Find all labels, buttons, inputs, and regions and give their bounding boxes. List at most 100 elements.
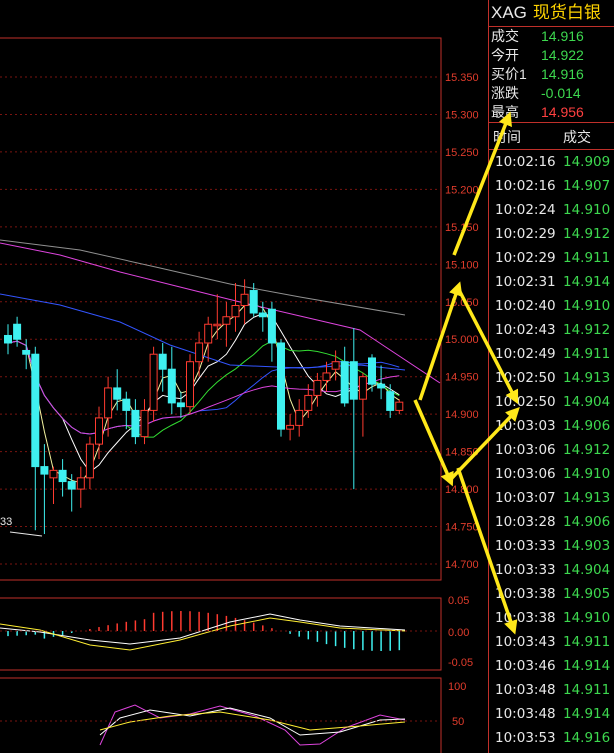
price-tick-label: 14.850	[445, 447, 479, 459]
candle	[222, 301, 231, 347]
candle	[358, 372, 367, 437]
tick-row: 10:03:06 14.910	[489, 462, 614, 486]
tick-time: 10:03:38	[495, 610, 556, 626]
candle-body	[377, 383, 386, 389]
tick-price: 14.913	[563, 490, 611, 506]
candle	[331, 350, 340, 381]
tick-time: 10:02:49	[495, 346, 556, 362]
candle-body	[85, 443, 94, 479]
label-leader-line	[9, 531, 43, 537]
price-tick-label: 14.950	[445, 372, 479, 384]
tick-time: 10:03:43	[495, 634, 556, 650]
candle	[204, 316, 213, 362]
candle	[186, 354, 194, 415]
price-tick-label: 15.000	[445, 334, 479, 346]
tick-price: 14.910	[563, 466, 611, 482]
candle	[231, 283, 240, 332]
tick-time: 10:03:33	[495, 538, 556, 554]
candle-body	[322, 372, 331, 381]
price-tick-label: 14.800	[445, 484, 479, 496]
tick-price: 14.905	[563, 586, 611, 602]
candle	[76, 466, 85, 508]
macd-panel-frame	[0, 597, 442, 671]
candle-body	[395, 401, 404, 411]
annotation-arrow	[413, 399, 454, 487]
tick-time: 10:02:16	[495, 154, 556, 170]
ticks-header: 时间 成交	[489, 123, 614, 149]
price-tick-label: 15.200	[445, 184, 479, 196]
kdj-tick-label: 50	[452, 716, 464, 728]
tick-row: 10:03:33 14.903	[489, 534, 614, 558]
candle	[49, 466, 58, 505]
candle	[258, 301, 267, 332]
moving-average-line	[7, 340, 400, 435]
quote-row: 成交 14.916	[489, 27, 614, 46]
candle-body	[149, 353, 158, 411]
candle-body	[231, 305, 240, 318]
tick-price: 14.911	[563, 682, 611, 698]
tick-row: 10:03:48 14.914	[489, 702, 614, 726]
tick-time: 10:02:29	[495, 250, 556, 266]
macd-tick-label: 0.00	[448, 627, 469, 639]
quote-label: 成交	[491, 28, 519, 44]
candle	[340, 346, 349, 407]
quote-row: 涨跌 -0.014	[489, 84, 614, 103]
candle	[386, 384, 395, 418]
candle	[85, 436, 94, 490]
quote-panel: XAG 现货白银 成交 14.916 今开 14.922 买价1 14.916 涨跌 -0.01…	[488, 0, 614, 753]
candle	[368, 354, 376, 392]
tick-price: 14.906	[563, 514, 611, 530]
candle	[249, 283, 258, 317]
candle-body	[331, 361, 340, 370]
instrument-name: 现货白银	[532, 3, 601, 22]
tick-row: 10:03:38 14.910	[489, 606, 614, 630]
instrument-symbol: XAG	[491, 3, 527, 22]
quote-row: 最高 14.956	[489, 103, 614, 122]
tick-time: 10:02:43	[495, 322, 556, 338]
candle-body	[95, 417, 103, 445]
tick-price: 14.906	[563, 418, 611, 434]
candle-body	[277, 342, 285, 430]
candle-body	[40, 466, 49, 475]
tick-price: 14.904	[563, 394, 611, 410]
tick-price: 14.904	[563, 562, 611, 578]
tick-time: 10:03:28	[495, 514, 556, 530]
tick-row: 10:02:40 14.910	[489, 294, 614, 318]
candle	[313, 372, 322, 407]
moving-average-line	[7, 313, 400, 473]
tick-time: 10:03:48	[495, 682, 556, 698]
candle-body	[295, 409, 304, 426]
candle-body	[358, 376, 367, 400]
tick-row: 10:03:06 14.912	[489, 438, 614, 462]
candle-body	[304, 394, 313, 411]
tick-price: 14.910	[563, 610, 611, 626]
tick-time: 10:02:50	[495, 394, 556, 410]
long-moving-average-line	[0, 239, 406, 316]
tick-price: 14.909	[563, 154, 611, 170]
quote-row: 买价1 14.916	[489, 65, 614, 84]
candle-body	[49, 469, 58, 479]
tick-row: 10:03:07 14.913	[489, 486, 614, 510]
candle-body	[368, 357, 376, 385]
candle	[58, 459, 67, 497]
tick-time: 10:03:38	[495, 586, 556, 602]
partial-value-label: 33	[0, 516, 12, 528]
candle	[240, 279, 249, 325]
annotation-arrow	[418, 281, 463, 401]
price-tick-label: 15.250	[445, 147, 479, 159]
tick-row: 10:02:50 14.904	[489, 390, 614, 414]
candle-body	[176, 402, 185, 408]
tick-price: 14.911	[563, 346, 611, 362]
tick-price: 14.912	[563, 442, 611, 458]
tick-price: 14.912	[563, 226, 611, 242]
tick-time: 10:03:07	[495, 490, 556, 506]
candle-body	[195, 342, 204, 363]
tick-time: 10:02:40	[495, 298, 556, 314]
price-tick-label: 15.050	[445, 297, 479, 309]
candle	[122, 391, 131, 430]
candle	[395, 399, 404, 415]
instrument-header: XAG 现货白银	[489, 0, 614, 26]
tick-row: 10:02:31 14.914	[489, 270, 614, 294]
tick-row: 10:02:29 14.911	[489, 246, 614, 270]
tick-list[interactable]: 10:02:16 14.909 10:02:16 14.907 10:02:24 14.9…	[489, 150, 614, 750]
